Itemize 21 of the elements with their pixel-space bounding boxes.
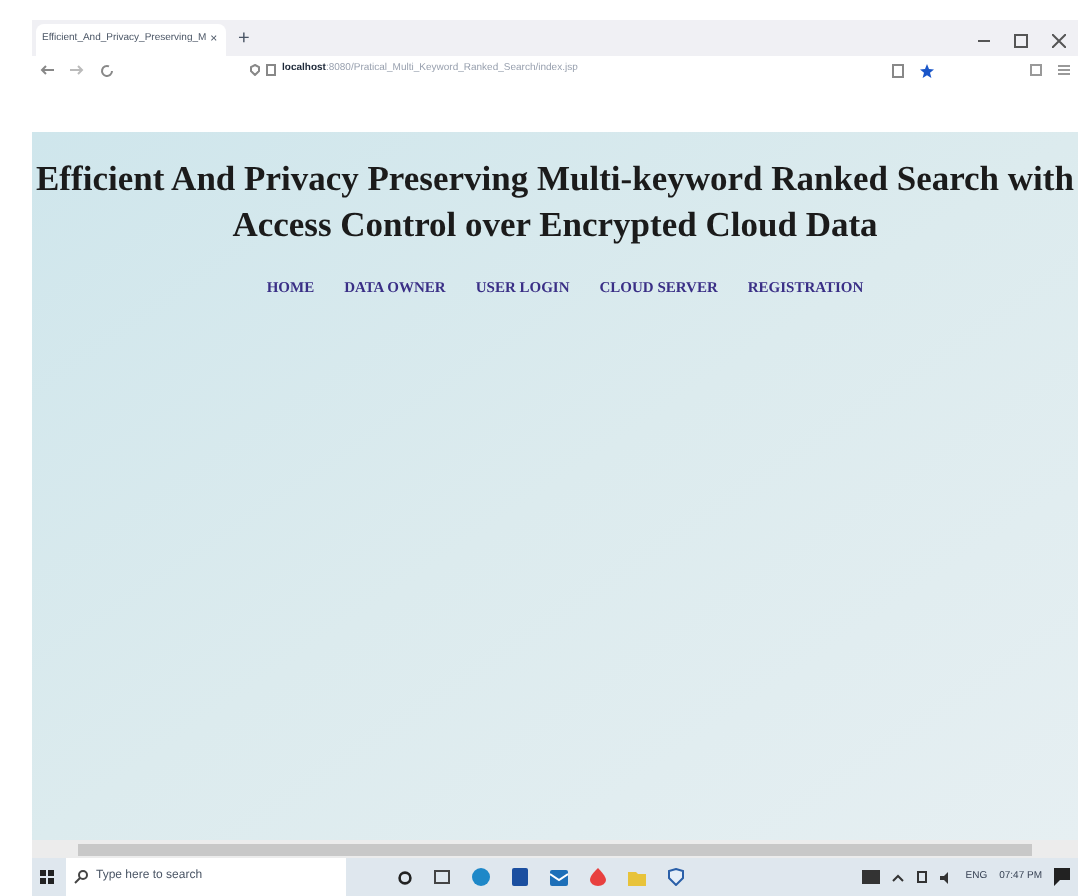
- page-title: Efficient And Privacy Preserving Multi-keyword Ranked Search with Access Control over Encrypted Cloud Data: [34, 156, 1076, 248]
- shield-icon[interactable]: [668, 868, 684, 886]
- menu-icon[interactable]: [1058, 64, 1070, 76]
- notification-icon[interactable]: [1054, 868, 1070, 886]
- star-icon[interactable]: [920, 63, 934, 77]
- search-icon: [74, 870, 88, 884]
- new-tab-button[interactable]: +: [238, 30, 250, 50]
- close-icon[interactable]: [1052, 34, 1066, 48]
- start-icon[interactable]: [40, 870, 54, 884]
- minimize-icon[interactable]: [978, 39, 990, 43]
- task-view-icon[interactable]: [434, 870, 450, 884]
- chevron-up-icon[interactable]: [891, 873, 904, 881]
- maximize-icon[interactable]: [1014, 34, 1028, 48]
- speaker-icon[interactable]: [939, 871, 954, 883]
- browser-icon[interactable]: [472, 868, 490, 886]
- reload-icon[interactable]: [100, 63, 114, 77]
- mail-icon[interactable]: [550, 869, 568, 885]
- shield-icon: [250, 64, 260, 76]
- back-icon[interactable]: [40, 64, 54, 76]
- circle-icon[interactable]: [398, 869, 412, 885]
- horizontal-scrollbar[interactable]: [32, 840, 1078, 858]
